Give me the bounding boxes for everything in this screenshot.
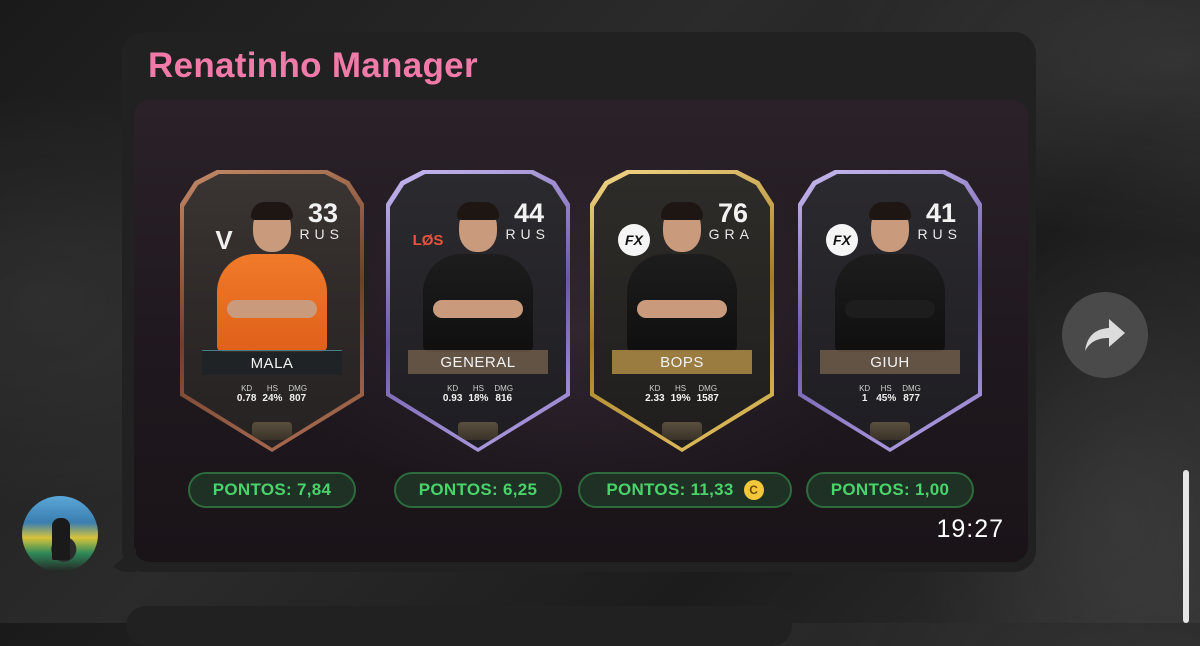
player-stats: KD 0.78 HS 24% DMG 807 — [184, 384, 360, 404]
stat-kd: 0.93 — [442, 393, 463, 404]
sender-name[interactable]: Renatinho Manager — [148, 46, 478, 86]
stat-label: DMG — [494, 384, 514, 393]
stat-dmg: 816 — [495, 393, 513, 404]
forward-arrow-icon — [1085, 319, 1125, 351]
player-photo — [423, 202, 533, 352]
stat-label: DMG — [902, 384, 921, 393]
points-text: PONTOS: 1,00 — [830, 480, 950, 499]
player-photo — [217, 202, 327, 352]
player-card: 41 RUS FX GIUH KD 1 HS 45% DMG 877 — [798, 170, 982, 452]
stat-kd: 1 — [861, 393, 868, 404]
player-stats: KD 0.93 HS 18% DMG 816 — [390, 384, 566, 404]
player-name: BOPS — [612, 350, 752, 374]
tournament-badge-icon — [458, 422, 498, 440]
points-text: PONTOS: 7,84 — [212, 480, 332, 499]
message-time: 19:27 — [936, 515, 1004, 543]
player-card: 76 GRA FX BOPS KD 2.33 HS 19% DMG 1587 — [590, 170, 774, 452]
player-name: MALA — [202, 350, 342, 375]
stat-kd: 2.33 — [645, 393, 665, 404]
player-name: GENERAL — [408, 350, 548, 374]
tournament-badge-icon — [252, 422, 292, 440]
message-image[interactable]: 33 RUS V MALA KD 0.78 HS 24% DMG 807 44 … — [134, 100, 1028, 562]
message-bubble[interactable]: Renatinho Manager 33 RUS V MALA KD 0.78 H… — [122, 32, 1036, 572]
stat-label: KD — [241, 384, 253, 393]
stat-label: KD — [649, 384, 661, 393]
player-photo — [835, 202, 945, 352]
tournament-badge-icon — [870, 422, 910, 440]
stat-dmg: 1587 — [696, 393, 719, 404]
captain-coin-icon: C — [743, 480, 764, 500]
stat-hs: 45% — [876, 393, 897, 404]
stat-label: HS — [880, 384, 892, 393]
stat-hs: 24% — [262, 393, 283, 404]
stat-hs: 19% — [670, 393, 691, 404]
points-pill: PONTOS: 7,84 — [188, 472, 356, 508]
tournament-badge-icon — [662, 422, 702, 440]
player-photo — [627, 202, 737, 352]
points-pill: PONTOS: 6,25 — [394, 472, 562, 508]
stat-label: HS — [472, 384, 484, 393]
points-text: PONTOS: 6,25 — [418, 480, 538, 499]
stat-label: KD — [859, 384, 871, 393]
stat-label: HS — [266, 384, 278, 393]
next-message-bubble[interactable] — [126, 606, 792, 646]
player-card: 44 RUS LØS GENERAL KD 0.93 HS 18% DMG 816 — [386, 170, 570, 452]
points-pill: PONTOS: 11,33 C — [578, 472, 792, 508]
stat-kd: 0.78 — [236, 393, 257, 404]
stat-hs: 18% — [468, 393, 489, 404]
stat-label: KD — [447, 384, 459, 393]
player-stats: KD 1 HS 45% DMG 877 — [802, 384, 978, 404]
stat-label: HS — [675, 384, 687, 393]
player-stats: KD 2.33 HS 19% DMG 1587 — [594, 384, 770, 404]
player-name: GIUH — [820, 350, 960, 374]
forward-button[interactable] — [1062, 292, 1148, 378]
sender-avatar[interactable] — [22, 496, 98, 572]
scrollbar[interactable] — [1183, 470, 1189, 623]
player-card: 33 RUS V MALA KD 0.78 HS 24% DMG 807 — [180, 170, 364, 452]
points-pill: PONTOS: 1,00 — [806, 472, 974, 508]
stat-dmg: 877 — [903, 393, 920, 404]
stat-dmg: 807 — [289, 393, 307, 404]
points-text: PONTOS: 11,33 — [606, 480, 734, 499]
stat-label: DMG — [288, 384, 308, 393]
stat-label: DMG — [698, 384, 718, 393]
